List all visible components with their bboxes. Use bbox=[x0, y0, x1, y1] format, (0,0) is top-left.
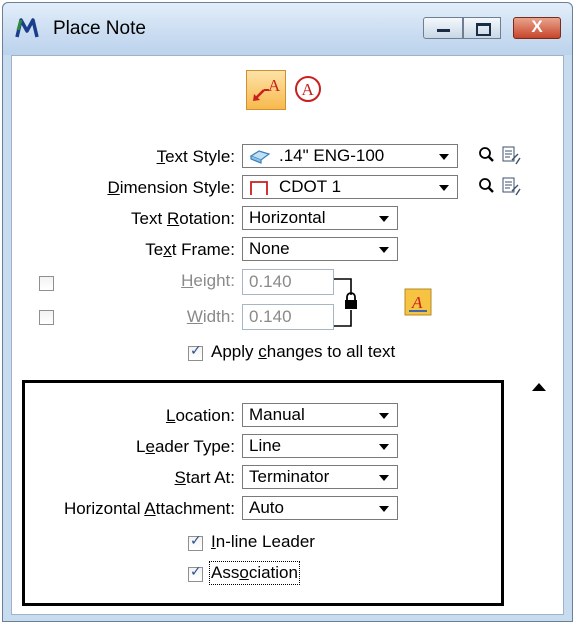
place-text-icon: A bbox=[295, 76, 321, 102]
text-size-icon[interactable]: A bbox=[404, 288, 432, 316]
height-label: Height: bbox=[181, 271, 235, 290]
dimension-style-icon bbox=[250, 181, 268, 195]
dimension-style-value: CDOT 1 bbox=[279, 177, 342, 196]
horizontal-attachment-label: Horizontal Attachment: bbox=[63, 499, 235, 518]
magnifier-icon[interactable] bbox=[477, 176, 497, 196]
leader-type-label: Leader Type: bbox=[136, 437, 235, 456]
minimize-icon bbox=[437, 29, 450, 32]
edit-style-icon[interactable] bbox=[500, 145, 522, 167]
chevron-down-icon bbox=[379, 413, 389, 419]
close-button[interactable]: X bbox=[513, 17, 561, 39]
chevron-down-icon bbox=[379, 475, 389, 481]
minimize-button[interactable] bbox=[423, 17, 463, 39]
window-title: Place Note bbox=[53, 18, 146, 39]
title-bar[interactable]: Place Note X bbox=[3, 3, 572, 55]
height-checkbox[interactable] bbox=[39, 276, 54, 291]
chevron-down-icon bbox=[379, 247, 389, 253]
chevron-down-icon bbox=[379, 444, 389, 450]
apply-changes-checkbox[interactable] bbox=[188, 343, 203, 361]
edit-style-icon[interactable] bbox=[500, 176, 522, 198]
place-text-mode-button[interactable]: A bbox=[288, 70, 328, 110]
horizontal-attachment-value: Auto bbox=[249, 498, 284, 517]
chevron-down-icon bbox=[439, 185, 449, 191]
location-select[interactable]: Manual bbox=[242, 403, 398, 427]
inline-leader-checkbox[interactable] bbox=[188, 533, 203, 551]
start-at-value: Terminator bbox=[249, 467, 330, 486]
start-at-select[interactable]: Terminator bbox=[242, 465, 398, 489]
width-value: 0.140 bbox=[249, 307, 292, 326]
height-field[interactable]: 0.140 bbox=[242, 269, 334, 295]
text-frame-select[interactable]: None bbox=[242, 237, 398, 261]
collapse-arrow-icon[interactable] bbox=[532, 383, 546, 391]
horizontal-attachment-select[interactable]: Auto bbox=[242, 496, 398, 520]
close-icon: X bbox=[531, 17, 543, 36]
apply-changes-label[interactable]: Apply changes to all text bbox=[211, 342, 395, 362]
text-style-label: Text Style: bbox=[156, 147, 235, 166]
dialog-body: A A Text Style: .14" ENG-100 Dimension S… bbox=[11, 55, 564, 615]
place-note-mode-button[interactable]: A bbox=[246, 70, 286, 110]
width-label: Width: bbox=[186, 307, 235, 326]
maximize-icon bbox=[476, 23, 491, 36]
location-value: Manual bbox=[249, 405, 305, 424]
height-value: 0.140 bbox=[249, 272, 292, 291]
start-at-label: Start At: bbox=[174, 468, 235, 487]
leader-type-select[interactable]: Line bbox=[242, 434, 398, 458]
svg-text:A: A bbox=[411, 293, 423, 312]
location-label: Location: bbox=[165, 406, 235, 425]
magnifier-icon[interactable] bbox=[477, 145, 497, 165]
chevron-down-icon bbox=[379, 216, 389, 222]
chevron-down-icon bbox=[439, 154, 449, 160]
place-note-icon: A bbox=[253, 76, 281, 101]
maximize-button[interactable] bbox=[463, 17, 501, 39]
text-style-select[interactable]: .14" ENG-100 bbox=[242, 144, 458, 168]
dimension-style-label: Dimension Style: bbox=[107, 178, 235, 197]
inline-leader-label[interactable]: In-line Leader bbox=[211, 532, 315, 552]
chevron-down-icon bbox=[379, 506, 389, 512]
width-checkbox[interactable] bbox=[39, 310, 54, 325]
lock-icon[interactable] bbox=[334, 278, 374, 328]
association-checkbox[interactable] bbox=[188, 564, 203, 582]
place-note-window: Place Note X A A Text Style: .14" ENG-10… bbox=[2, 2, 573, 622]
text-style-icon bbox=[249, 150, 271, 164]
svg-text:A: A bbox=[268, 76, 281, 95]
association-label[interactable]: Association bbox=[209, 561, 300, 585]
text-frame-label: Text Frame: bbox=[145, 240, 235, 259]
dimension-style-select[interactable]: CDOT 1 bbox=[242, 175, 458, 199]
text-frame-value: None bbox=[249, 239, 290, 258]
microstation-icon bbox=[15, 18, 39, 38]
text-rotation-select[interactable]: Horizontal bbox=[242, 206, 398, 230]
width-field[interactable]: 0.140 bbox=[242, 304, 334, 330]
text-rotation-value: Horizontal bbox=[249, 208, 326, 227]
text-style-value: .14" ENG-100 bbox=[279, 146, 385, 165]
leader-type-value: Line bbox=[249, 436, 282, 455]
svg-text:A: A bbox=[302, 80, 315, 99]
text-rotation-label: Text Rotation: bbox=[131, 209, 235, 228]
